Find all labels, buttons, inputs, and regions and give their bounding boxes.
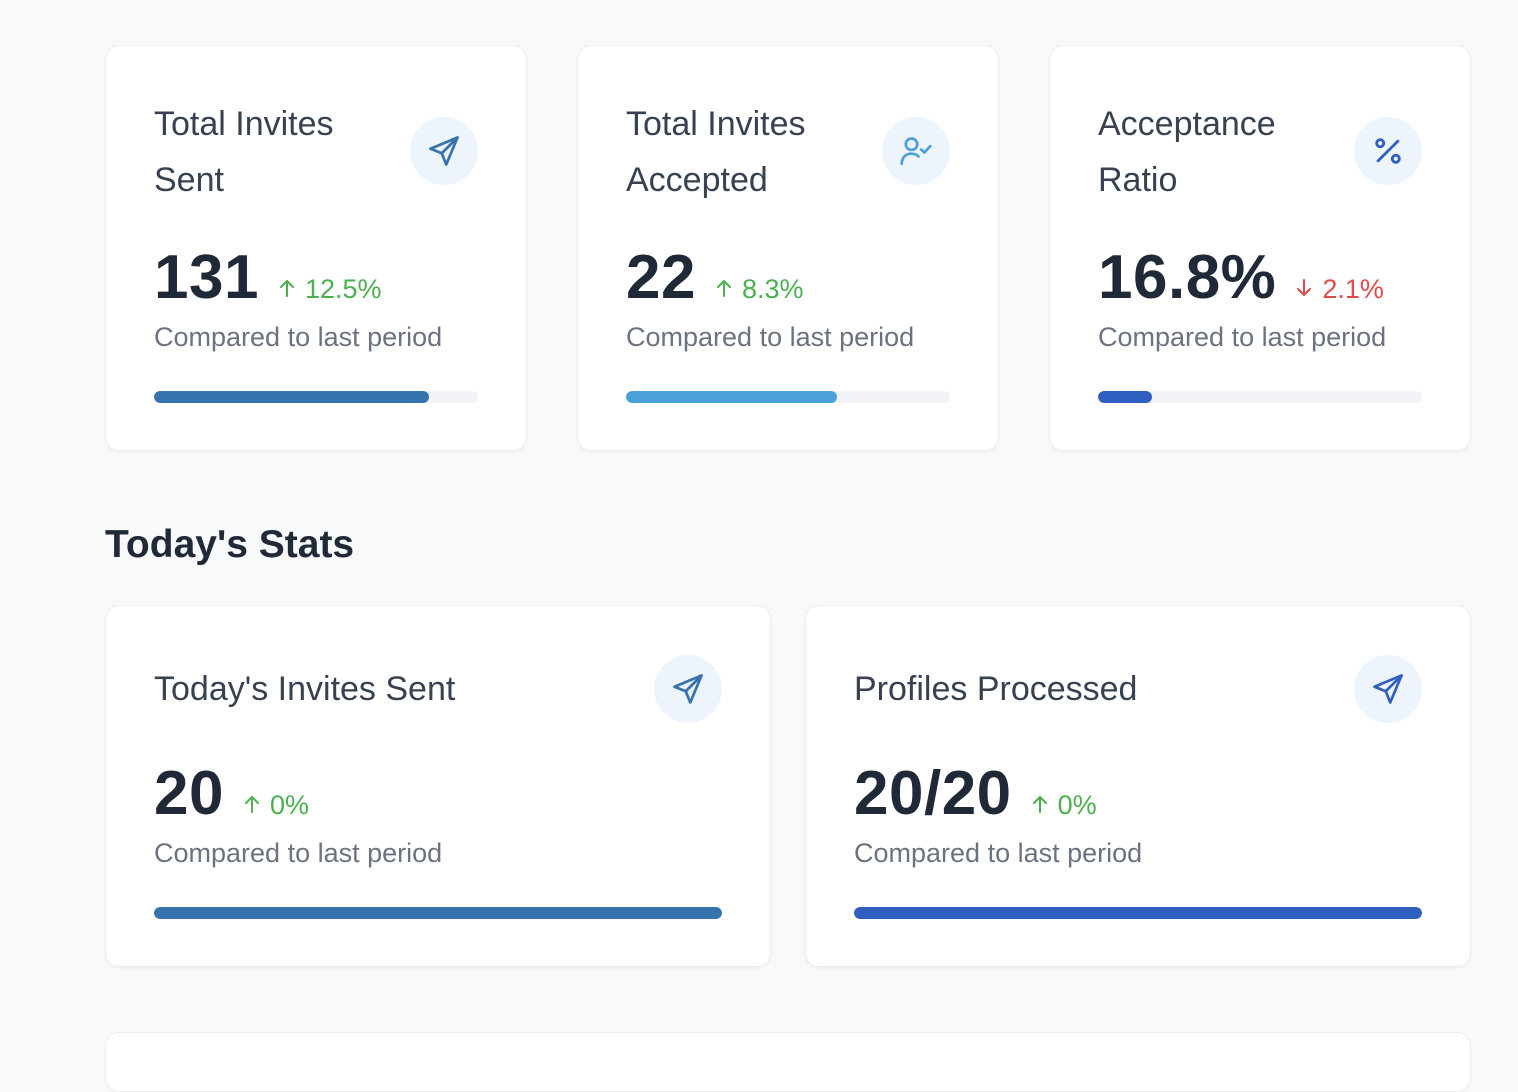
change-indicator: 8.3% — [716, 274, 804, 305]
progress-fill — [854, 907, 1422, 919]
change-value: 0% — [1057, 790, 1097, 820]
stat-card-profiles-processed: Profiles Processed 20/20 0% Compared to … — [805, 605, 1471, 967]
stat-value: 20/20 — [854, 759, 1012, 828]
progress-fill — [154, 391, 430, 403]
change-value: 12.5% — [304, 274, 382, 304]
comparison-label: Compared to last period — [1098, 322, 1387, 352]
arrow-up-icon — [279, 274, 295, 305]
progress-bar — [854, 907, 1422, 919]
stat-card-todays-invites-sent: Today's Invites Sent 20 0% Compared to l… — [105, 605, 771, 967]
arrow-up-icon — [244, 790, 260, 821]
stat-value: 131 — [154, 243, 259, 312]
value-row: 131 12.5% — [154, 242, 382, 313]
stat-card-total-invites-sent: Total Invites Sent 131 12.5% Compared to… — [105, 45, 527, 451]
change-indicator: 2.1% — [1296, 274, 1384, 305]
change-indicator: 0% — [244, 790, 309, 821]
progress-bar — [626, 391, 950, 403]
arrow-down-icon — [1296, 274, 1312, 305]
section-title-todays-stats: Today's Stats — [105, 523, 355, 566]
value-row: 16.8% 2.1% — [1098, 242, 1384, 313]
card-title: Total Invites Sent — [154, 105, 334, 199]
value-row: 22 8.3% — [626, 242, 804, 313]
comparison-label: Compared to last period — [154, 838, 443, 868]
card-title: Profiles Processed — [854, 670, 1138, 708]
stat-card-total-invites-accepted: Total Invites Accepted 22 8.3% Compared … — [577, 45, 999, 451]
send-icon — [654, 655, 722, 723]
user-check-icon — [882, 117, 950, 185]
stat-card-acceptance-ratio: Acceptance Ratio 16.8% 2.1% Compared to … — [1049, 45, 1471, 451]
send-icon — [410, 117, 478, 185]
stat-value: 16.8% — [1098, 243, 1277, 312]
change-value: 0% — [269, 790, 309, 820]
card-title: Today's Invites Sent — [154, 670, 456, 708]
progress-fill — [626, 391, 837, 403]
progress-bar — [1098, 391, 1422, 403]
send-icon — [1354, 655, 1422, 723]
change-value: 8.3% — [741, 274, 804, 304]
value-row: 20/20 0% — [854, 758, 1097, 829]
change-value: 2.1% — [1322, 274, 1384, 304]
progress-fill — [1098, 391, 1153, 403]
progress-bar — [154, 391, 478, 403]
progress-bar — [154, 907, 722, 919]
comparison-label: Compared to last period — [154, 322, 443, 352]
card-title: Total Invites Accepted — [626, 105, 806, 199]
comparison-label: Compared to last period — [626, 322, 915, 352]
stat-value: 20 — [154, 759, 224, 828]
progress-fill — [154, 907, 722, 919]
percent-icon — [1354, 117, 1422, 185]
stat-value: 22 — [626, 243, 696, 312]
arrow-up-icon — [716, 274, 732, 305]
arrow-up-icon — [1032, 790, 1048, 821]
change-indicator: 12.5% — [279, 274, 382, 305]
comparison-label: Compared to last period — [854, 838, 1143, 868]
next-section-card — [105, 1032, 1471, 1092]
change-indicator: 0% — [1032, 790, 1097, 821]
value-row: 20 0% — [154, 758, 309, 829]
card-title: Acceptance Ratio — [1098, 105, 1276, 199]
